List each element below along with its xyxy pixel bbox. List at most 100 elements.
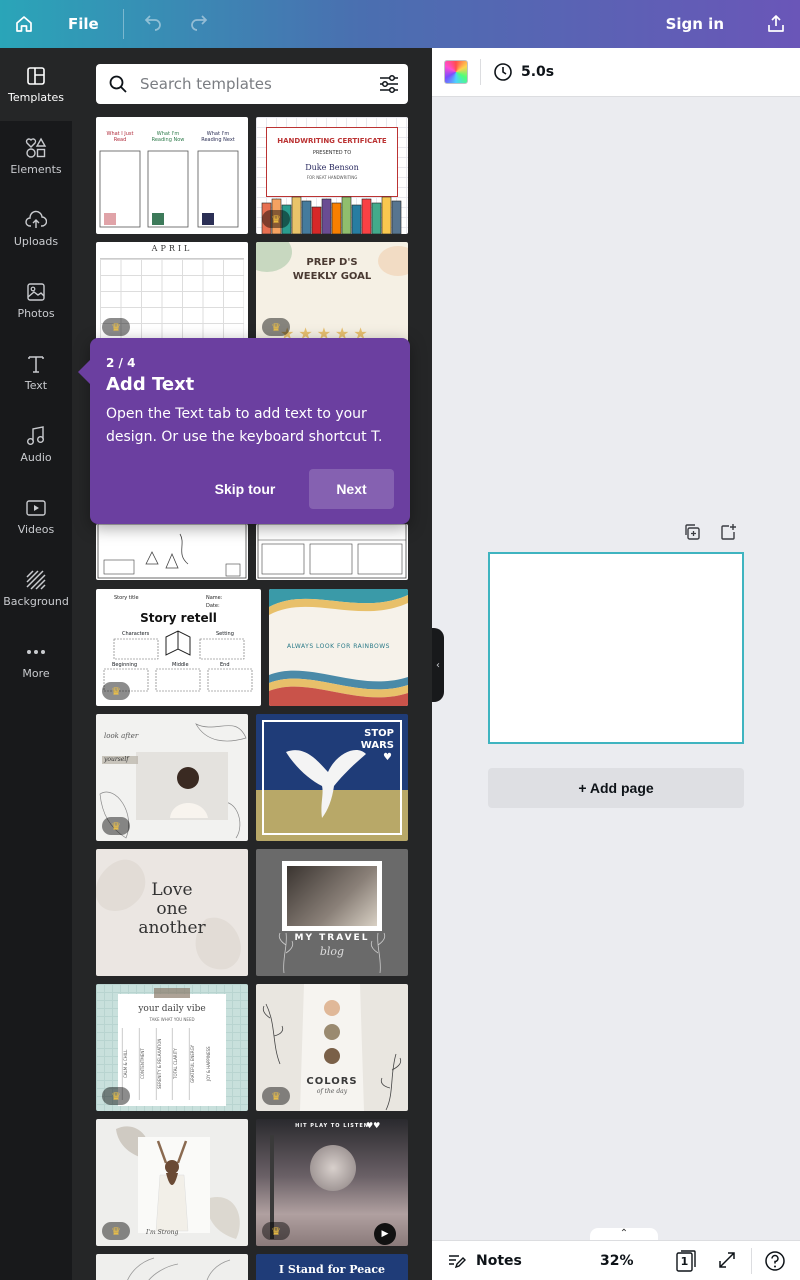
- notes-button[interactable]: Notes: [446, 1251, 522, 1271]
- redo-button[interactable]: [176, 0, 222, 48]
- sign-in-button[interactable]: Sign in: [666, 0, 724, 48]
- template-im-strong[interactable]: I'm Strong ♛: [96, 1119, 248, 1246]
- design-page-canvas[interactable]: [488, 552, 744, 744]
- redo-icon: [190, 15, 207, 31]
- template-colors-of-the-day[interactable]: COLORS of the day ♛: [256, 984, 408, 1111]
- strong-script: I'm Strong: [146, 1229, 179, 1236]
- uploads-icon: [25, 210, 47, 228]
- nav-label: Background: [3, 594, 69, 608]
- share-button[interactable]: [752, 0, 800, 48]
- goal-title: PREP D'S WEEKLY GOAL: [292, 257, 372, 282]
- template-calendar[interactable]: APRIL ♛: [96, 242, 248, 342]
- vibe-subtitle: TAKE WHAT YOU NEED: [149, 1017, 195, 1022]
- elements-icon: [25, 137, 47, 158]
- page-count-button[interactable]: 1: [675, 1249, 697, 1277]
- premium-crown-icon: ♛: [262, 1222, 290, 1240]
- template-hit-play-to-listen[interactable]: HIT PLAY TO LISTEN ♥♥ ▶ ♛: [256, 1119, 408, 1246]
- template-story-map[interactable]: [96, 524, 248, 580]
- template-my-travel-blog[interactable]: MY TRAVEL blog: [256, 849, 408, 976]
- nav-label: Text: [24, 378, 48, 392]
- template-reading-log[interactable]: What I Just Read What I'm Reading Now Wh…: [96, 117, 248, 234]
- tape-strip: [154, 988, 190, 998]
- chevron-left-icon: ‹: [436, 659, 440, 671]
- page-duration-button[interactable]: 5.0s: [493, 62, 554, 82]
- template-i-stand-for-peace[interactable]: I Stand for Peace: [256, 1254, 408, 1280]
- premium-crown-icon: ♛: [102, 1222, 130, 1240]
- template-floral-sketch[interactable]: [96, 1254, 248, 1280]
- collapse-panel-button[interactable]: ‹: [432, 628, 444, 702]
- nav-uploads[interactable]: Uploads: [0, 192, 72, 264]
- template-weekly-goal[interactable]: PREP D'S WEEKLY GOAL ★★★★★ ♛: [256, 242, 408, 342]
- template-look-after-yourself[interactable]: look after yourself ♛: [96, 714, 248, 841]
- nav-label: Videos: [17, 522, 55, 536]
- file-menu[interactable]: File: [68, 15, 99, 33]
- toolbar-divider: [122, 9, 124, 39]
- premium-crown-icon: ♛: [102, 682, 130, 700]
- script-text: yourself: [104, 756, 129, 763]
- add-page-button[interactable]: + Add page: [488, 768, 744, 808]
- heart-icon: ♥: [383, 752, 392, 763]
- search-input[interactable]: [140, 75, 360, 93]
- premium-crown-icon: ♛: [262, 1087, 290, 1105]
- premium-crown-icon: ♛: [102, 817, 130, 835]
- templates-icon: [27, 67, 45, 85]
- nav-text[interactable]: Text: [0, 336, 72, 408]
- next-button[interactable]: Next: [309, 469, 394, 509]
- filter-button[interactable]: [378, 73, 400, 99]
- nav-background[interactable]: Background: [0, 552, 72, 624]
- nav-videos[interactable]: Videos: [0, 480, 72, 552]
- skip-tour-button[interactable]: Skip tour: [198, 469, 292, 509]
- help-button[interactable]: [764, 1250, 786, 1276]
- vibe-title: your daily vibe: [138, 1004, 206, 1014]
- fullscreen-button[interactable]: [717, 1250, 737, 1274]
- undo-button[interactable]: [130, 0, 176, 48]
- template-love-one-another[interactable]: Love one another: [96, 849, 248, 976]
- tab-strip-label: CONTENTMENT: [138, 1028, 156, 1100]
- template-always-look-for-rainbows[interactable]: ALWAYS LOOK FOR RAINBOWS: [269, 589, 408, 706]
- nav-templates[interactable]: Templates: [0, 48, 72, 121]
- add-page-icon[interactable]: [718, 522, 738, 542]
- nav-more[interactable]: More: [0, 624, 72, 696]
- column-heading: What I'm Reading Now: [151, 131, 185, 143]
- nav-label: Uploads: [13, 234, 59, 248]
- tour-description: Open the Text tab to add text to your de…: [106, 406, 383, 445]
- page-count-value: 1: [680, 1255, 689, 1268]
- expand-fullscreen-icon: [719, 1252, 735, 1268]
- script-text: look after: [104, 732, 139, 740]
- premium-crown-icon: ♛: [262, 210, 290, 228]
- home-button[interactable]: [0, 0, 48, 48]
- videos-icon: [26, 499, 46, 516]
- tour-title: Add Text: [106, 374, 195, 395]
- nav-photos[interactable]: Photos: [0, 264, 72, 336]
- editor-toolbar: 5.0s: [432, 48, 800, 97]
- nav-elements[interactable]: Elements: [0, 120, 72, 192]
- help-icon: [765, 1251, 785, 1271]
- moon-graphic: [310, 1145, 356, 1191]
- bottom-bar: Notes 32% 1: [432, 1240, 800, 1280]
- chevron-up-icon: ⌃: [619, 1228, 629, 1239]
- color-picker-swatch[interactable]: [444, 60, 468, 84]
- tab-strip-label: JOY & HAPPINESS: [206, 1046, 212, 1082]
- toolbar-divider: [480, 59, 481, 85]
- template-story-retell[interactable]: Story title Name: Date: Story retell Cha…: [96, 589, 261, 706]
- template-daily-vibe[interactable]: your daily vibe TAKE WHAT YOU NEED CALM …: [96, 984, 248, 1111]
- zoom-level[interactable]: 32%: [600, 1253, 634, 1269]
- tab-strip-label: TOTAL CLARITY: [172, 1028, 190, 1100]
- duplicate-page-icon[interactable]: [682, 522, 702, 542]
- calendar-month: APRIL: [151, 244, 193, 253]
- template-story-sequence[interactable]: [256, 524, 408, 580]
- text-icon: [28, 355, 44, 373]
- template-stop-wars[interactable]: STOP WARS ♥: [256, 714, 408, 841]
- nav-label: Photos: [17, 306, 55, 320]
- column-heading: What I'm Reading Next: [201, 131, 235, 143]
- nav-audio[interactable]: Audio: [0, 408, 72, 480]
- side-nav: Templates Elements Uploads Photos Text A…: [0, 48, 72, 1280]
- rainbow-caption: ALWAYS LOOK FOR RAINBOWS: [287, 643, 390, 650]
- certificate-name: Duke Benson: [305, 163, 359, 172]
- tab-strip-label: GRATEFUL ENERGY: [189, 1028, 207, 1100]
- filter-sliders-icon: [380, 74, 398, 94]
- love-line: Love: [151, 880, 193, 900]
- notes-label: Notes: [476, 1252, 522, 1269]
- template-handwriting-certificate[interactable]: HANDWRITING CERTIFICATE PRESENTED TO Duk…: [256, 117, 408, 234]
- heart-pair-icon: ♥♥: [366, 1121, 381, 1130]
